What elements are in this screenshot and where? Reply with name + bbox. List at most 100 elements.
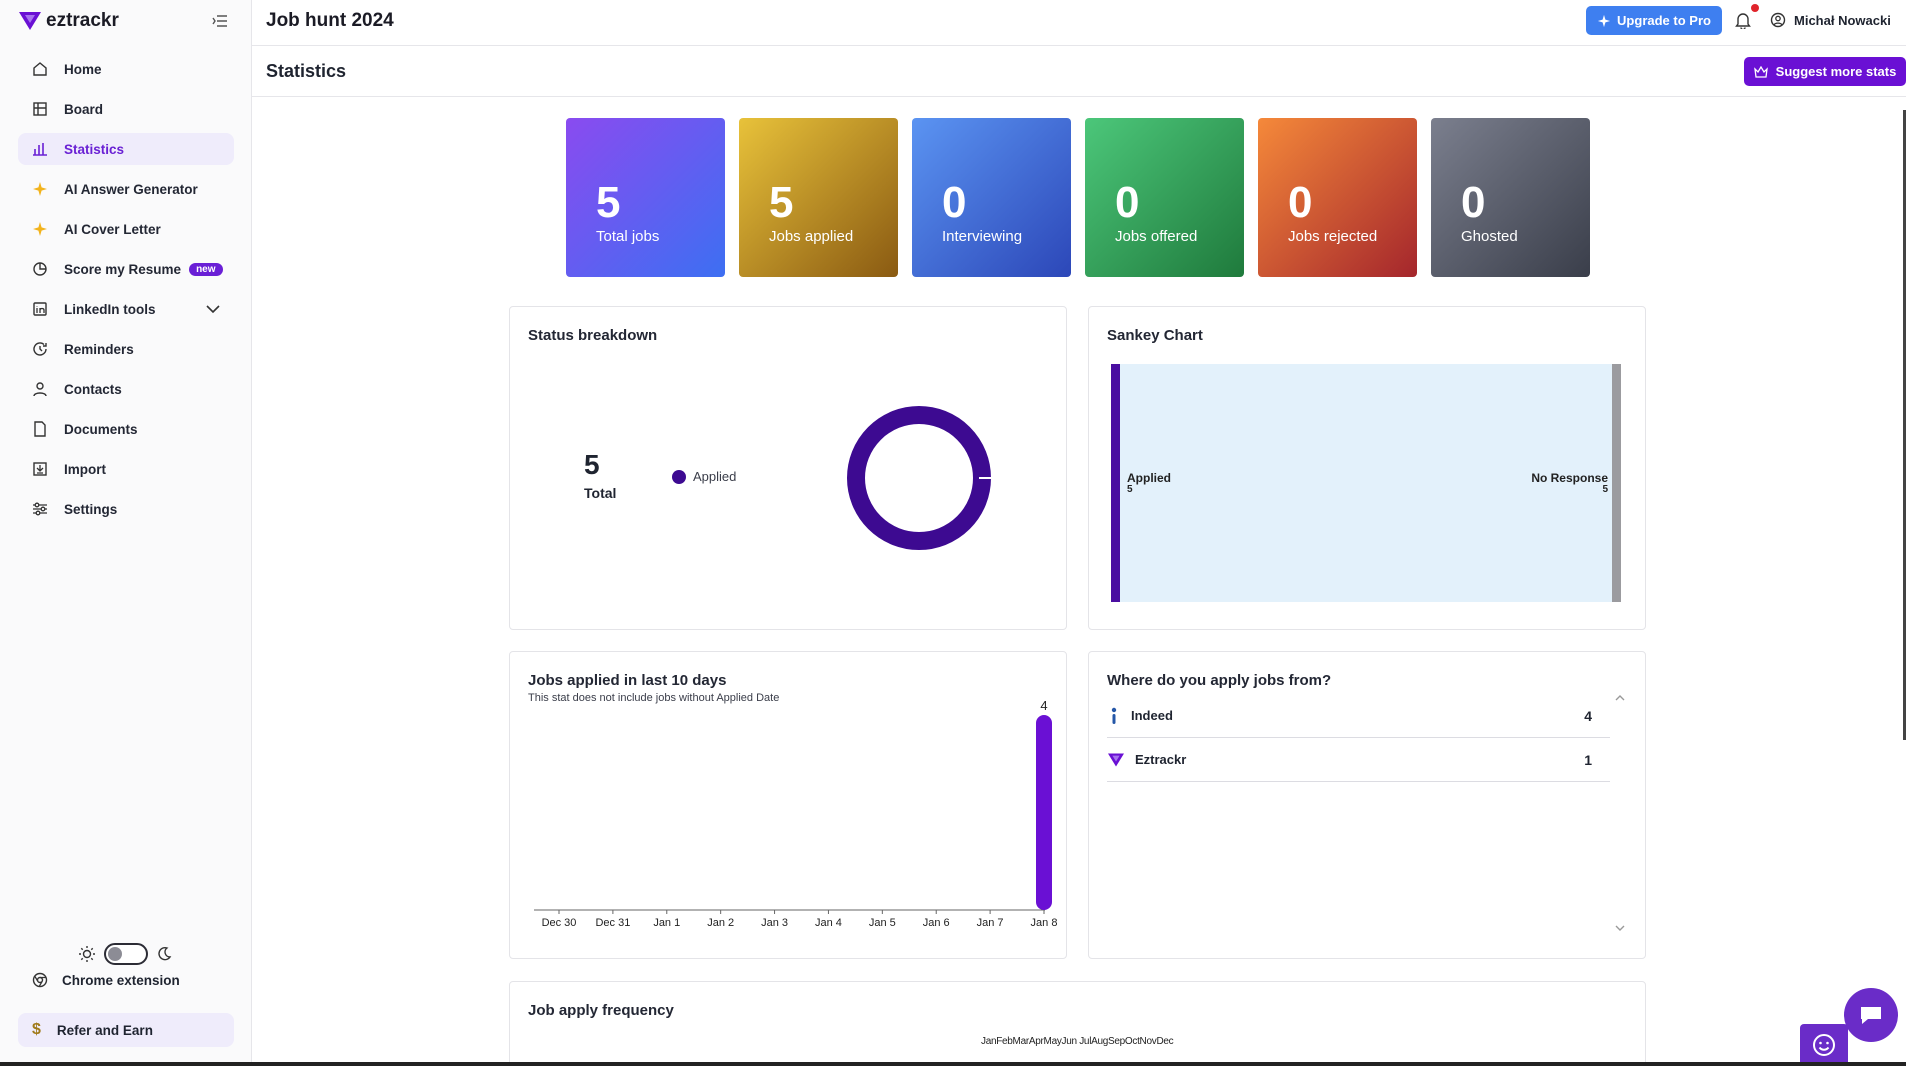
jobs-applied-panel: Jobs applied in last 10 days This stat d… xyxy=(509,651,1067,959)
bell-icon[interactable] xyxy=(1734,11,1752,29)
stat-value: 0 xyxy=(1115,178,1140,227)
import-icon xyxy=(32,461,48,477)
eztrackr-icon xyxy=(1108,752,1124,767)
x-tick-label: Dec 31 xyxy=(595,917,630,929)
chat-button[interactable] xyxy=(1844,988,1898,1042)
source-row-indeed[interactable]: Indeed 4 xyxy=(1107,694,1610,738)
sidebar-item-import[interactable]: Import xyxy=(18,453,234,485)
bar-value-label: 4 xyxy=(1040,698,1047,713)
chat-icon xyxy=(1861,1007,1881,1024)
user-name: Michał Nowacki xyxy=(1794,12,1891,28)
sankey-source-label: Applied 5 xyxy=(1127,471,1171,495)
status-donut-chart xyxy=(847,406,992,550)
sidebar-item-ai-answer[interactable]: AI Answer Generator xyxy=(18,173,234,205)
page-title: Statistics xyxy=(266,61,347,81)
x-tick-label: Jan 1 xyxy=(653,917,680,929)
sidebar-item-ai-cover-letter[interactable]: AI Cover Letter xyxy=(18,213,234,245)
sidebar-item-statistics[interactable]: Statistics xyxy=(18,133,234,165)
sidebar-item-label: LinkedIn tools xyxy=(64,301,156,317)
logo[interactable]: eztrackr xyxy=(18,10,119,32)
scroll-up-icon[interactable] xyxy=(1615,694,1625,702)
sankey-source-name: Applied xyxy=(1127,471,1171,485)
sources-panel: Where do you apply jobs from? Indeed 4 E… xyxy=(1088,651,1646,959)
sparkle-icon xyxy=(1597,14,1611,27)
user-menu[interactable]: Michał Nowacki xyxy=(1770,12,1891,28)
sidebar-item-label: Settings xyxy=(64,501,118,517)
donut-segment-applied[interactable] xyxy=(847,406,991,550)
sidebar-item-label: Score my Resume xyxy=(64,261,182,277)
suggest-label: Suggest more stats xyxy=(1775,64,1897,79)
x-tick-label: Dec 30 xyxy=(542,917,577,929)
stat-card[interactable]: 0 Jobs offered xyxy=(1085,118,1244,277)
source-row-eztrackr[interactable]: Eztrackr 1 xyxy=(1107,738,1610,782)
stat-card[interactable]: 5 Jobs applied xyxy=(739,118,898,277)
sidebar-item-score-resume[interactable]: Score my Resume new xyxy=(18,253,234,285)
jobs-applied-bar-chart: Dec 30 Dec 31 Jan 1 Jan 2 Jan 3 Jan 4 Jan 5 Jan… xyxy=(534,698,1058,929)
frequency-month-labels: JanFebMarAprMayJun JulAugSepOctNovDec xyxy=(981,1036,1174,1047)
sidebar-item-settings[interactable]: Settings xyxy=(18,493,234,525)
eztrackr-logo-icon xyxy=(19,12,41,30)
sankey-node-no-response[interactable] xyxy=(1612,364,1621,602)
new-badge: new xyxy=(189,262,223,276)
user-icon xyxy=(1770,12,1786,28)
stat-label: Interviewing xyxy=(942,228,1023,245)
collapse-sidebar-icon[interactable] xyxy=(212,14,228,28)
suggest-stats-button[interactable]: Suggest more stats xyxy=(1744,57,1906,86)
status-total-label: Total xyxy=(584,485,617,501)
sidebar-item-documents[interactable]: Documents xyxy=(18,413,234,445)
refer-and-earn-button[interactable]: $ Refer and Earn xyxy=(18,1013,234,1047)
sidebar-item-label: Reminders xyxy=(64,341,134,357)
stat-value: 0 xyxy=(1288,178,1313,227)
frequency-panel: Job apply frequency JanFebMarAprMayJun J… xyxy=(509,981,1646,1066)
stat-card[interactable]: 0 Interviewing xyxy=(912,118,1071,277)
theme-toggle[interactable] xyxy=(78,943,172,965)
sankey-target-label: No Response 5 xyxy=(1531,472,1608,495)
sidebar-item-home[interactable]: Home xyxy=(18,53,234,85)
scroll-down-icon[interactable] xyxy=(1615,924,1625,932)
sidebar-item-label: Contacts xyxy=(64,381,122,397)
sankey-node-applied[interactable] xyxy=(1111,364,1120,602)
stat-label: Ghosted xyxy=(1461,228,1518,245)
stat-card[interactable]: 0 Ghosted xyxy=(1431,118,1590,277)
stat-label: Jobs offered xyxy=(1115,228,1198,245)
sources-title: Where do you apply jobs from? xyxy=(1107,672,1332,689)
resume-score-icon xyxy=(32,261,48,277)
sidebar-item-reminders[interactable]: Reminders xyxy=(18,333,234,365)
source-name: Indeed xyxy=(1131,708,1173,723)
smiley-icon xyxy=(1813,1034,1835,1056)
x-tick-label: Jan 6 xyxy=(923,917,950,929)
sidebar-item-board[interactable]: Board xyxy=(18,93,234,125)
chrome-icon xyxy=(32,972,48,988)
chevron-down-icon[interactable] xyxy=(206,302,220,317)
sankey-panel: Sankey Chart Applied 5 No Response 5 xyxy=(1088,306,1646,630)
topbar: Job hunt 2024 Upgrade to Pro Michał Nowa… xyxy=(252,0,1906,46)
source-count: 4 xyxy=(1584,707,1592,724)
bottom-edge xyxy=(0,1062,1906,1066)
board-title[interactable]: Job hunt 2024 xyxy=(266,10,394,32)
document-icon xyxy=(32,421,48,437)
stat-card[interactable]: 5 Total jobs xyxy=(566,118,725,277)
legend-label: Applied xyxy=(693,469,737,484)
sparkle-icon xyxy=(32,221,48,237)
stat-card[interactable]: 0 Jobs rejected xyxy=(1258,118,1417,277)
chrome-extension-link[interactable]: Chrome extension xyxy=(32,972,180,988)
sparkle-icon xyxy=(32,181,48,197)
dollar-icon: $ xyxy=(32,1021,41,1038)
bar-chart-icon xyxy=(32,141,48,157)
upgrade-button[interactable]: Upgrade to Pro xyxy=(1586,6,1722,35)
notification-dot xyxy=(1751,4,1759,12)
refer-label: Refer and Earn xyxy=(56,1022,153,1038)
x-tick-label: Jan 4 xyxy=(815,917,842,929)
sidebar-item-linkedin-tools[interactable]: LinkedIn tools xyxy=(18,293,234,325)
sankey-title: Sankey Chart xyxy=(1107,327,1203,344)
stat-label: Jobs applied xyxy=(769,228,854,245)
x-tick-label: Jan 8 xyxy=(1031,917,1058,929)
sidebar-item-label: AI Cover Letter xyxy=(64,221,161,237)
x-tick-label: Jan 5 xyxy=(869,917,896,929)
theme-switch[interactable] xyxy=(104,943,148,965)
feedback-button[interactable] xyxy=(1800,1024,1848,1066)
sidebar-item-contacts[interactable]: Contacts xyxy=(18,373,234,405)
bar[interactable] xyxy=(1036,715,1052,910)
stat-value: 5 xyxy=(596,178,621,227)
source-name: Eztrackr xyxy=(1135,752,1187,767)
